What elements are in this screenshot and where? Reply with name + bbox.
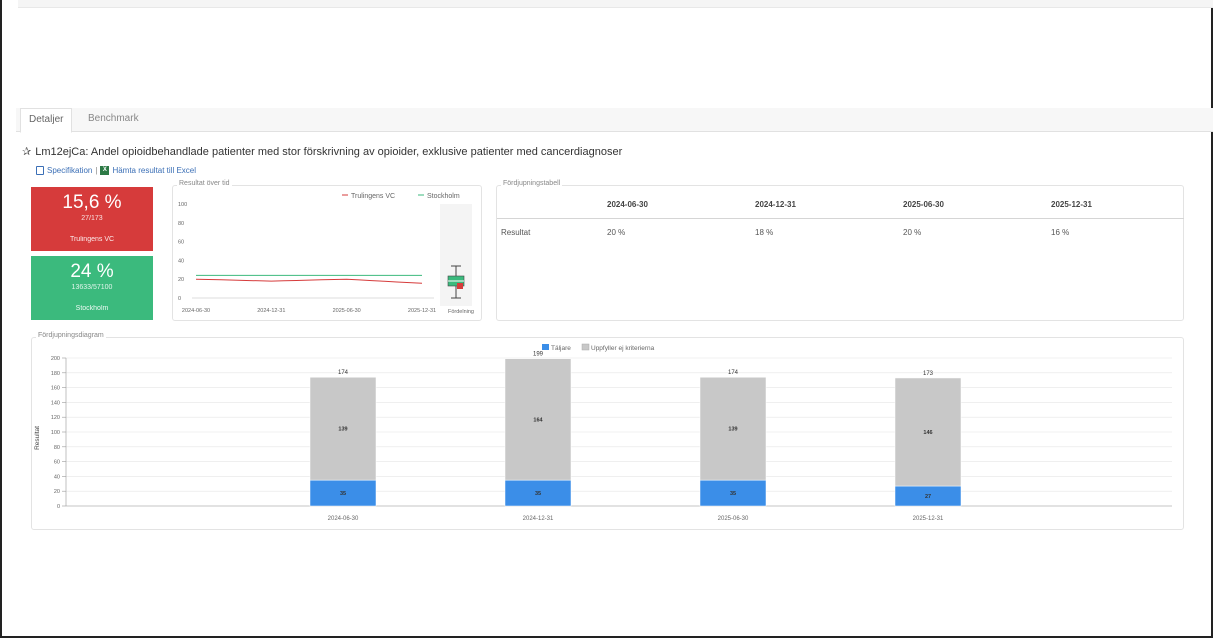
bar-segment-label: 146 [923,430,932,436]
document-icon [36,166,44,175]
table-title: Fördjupningstabell [501,180,563,187]
y-tick-label: 0 [178,296,181,302]
bar-legend[interactable]: Täljare Uppfyller ej kriterierna [542,343,655,352]
kpi-value: 15,6 % [62,192,122,213]
bar-total-label: 173 [923,371,934,377]
table-header [497,192,607,219]
star-icon[interactable]: ✰ [22,146,31,158]
top-strip [18,0,1213,8]
page-title: ✰ Lm12ejCa: Andel opioidbehandlade patien… [22,145,622,158]
bar-segment-label: 35 [340,491,346,497]
table-cell: 16 % [1051,227,1070,237]
y-tick-label: 60 [54,460,60,466]
x-tick-label: 2024-06-30 [328,516,359,522]
boxplot-unit-marker [457,283,463,289]
x-tick-label: 2025-12-31 [408,308,436,314]
table-cell: 20 % [903,227,922,237]
distribution-label: Fördelning [448,309,474,315]
y-tick-label: 100 [51,430,60,436]
trend-chart: Trulingens VC Stockholm 100 80 60 40 20 0 202… [178,193,474,315]
excel-link[interactable]: Hämta resultat till Excel [112,166,196,175]
bar-segment-label: 27 [925,494,931,500]
bar-chart: Täljare Uppfyller ej kriterierna Resulta… [34,343,1172,522]
bar-segment-label: 139 [338,427,347,433]
kpi-fraction: 27/173 [81,215,103,222]
table-header: 2024-06-30 [607,192,755,219]
results-table: 2024-06-30 2024-12-31 2025-06-30 2025-12… [497,192,1184,246]
bar-segment-label: 35 [535,491,541,497]
y-tick-label: 160 [51,386,60,392]
table-header: 2024-12-31 [755,192,903,219]
y-tick-label: 120 [51,415,60,421]
legend-label-numerator: Täljare [551,345,571,352]
y-tick-label: 180 [51,371,60,377]
kpi-fraction: 13633/57100 [71,284,113,291]
bar-total-label: 174 [728,370,739,376]
trend-line-unit [195,278,423,284]
trend-legend: Trulingens VC Stockholm [342,193,460,200]
bar-total-label: 174 [338,370,349,376]
kpi-unit-name: Trulingens VC [69,236,115,243]
tab-benchmark[interactable]: Benchmark [80,108,147,132]
action-links: Specifikation | X Hämta resultat till Ex… [36,166,196,175]
specification-link[interactable]: Specifikation [47,166,92,175]
table-header-row: 2024-06-30 2024-12-31 2025-06-30 2025-12… [497,192,1184,219]
kpi-card-region: 24 % 13633/57100 Stockholm [31,256,153,320]
x-tick-label: 2025-06-30 [333,308,361,314]
x-tick-label: 2024-12-31 [523,516,554,522]
y-tick-label: 0 [57,504,60,510]
y-tick-label: 20 [178,277,184,283]
y-tick-label: 140 [51,400,60,406]
y-axis-label: Resultat [34,426,41,450]
table-header: 2025-06-30 [903,192,1051,219]
x-tick-label: 2025-06-30 [718,516,749,522]
x-tick-label: 2024-12-31 [257,308,285,314]
y-tick-label: 80 [54,445,60,451]
y-tick-label: 40 [54,474,60,480]
window-border-left [0,0,2,638]
excel-icon: X [100,166,110,175]
legend-swatch-not-met [581,343,590,351]
y-tick-label: 20 [54,489,60,495]
legend-label-unit: Trulingens VC [351,193,395,200]
legend-label-not-met: Uppfyller ej kriterierna [591,345,655,352]
y-tick-label: 200 [51,356,60,362]
table-row: Resultat 20 % 18 % 20 % 16 % [497,218,1184,246]
bar-segment-label: 35 [730,491,736,497]
legend-label-region: Stockholm [427,193,460,200]
table-cell: 20 % [607,227,626,237]
x-tick-label: 2024-06-30 [182,308,210,314]
kpi-card-unit: 15,6 % 27/173 Trulingens VC [31,187,153,251]
legend-swatch-numerator [542,344,549,350]
y-tick-label: 60 [178,240,184,246]
bar-total-label: 199 [533,352,544,358]
x-tick-label: 2025-12-31 [913,516,944,522]
tab-detaljer[interactable]: Detaljer [20,108,73,133]
kpi-region-name: Stockholm [75,305,109,312]
page-title-text: Lm12ejCa: Andel opioidbehandlade patient… [35,146,623,158]
tab-bar: Detaljer Benchmark [16,108,1213,133]
y-tick-label: 100 [178,202,187,208]
bar-segment-label: 164 [533,417,543,423]
table-cell: 18 % [755,227,774,237]
table-header: 2025-12-31 [1051,192,1184,219]
table-row-label: Resultat [501,227,531,237]
y-tick-label: 40 [178,258,184,264]
kpi-value: 24 % [70,261,114,282]
bar-segment-label: 139 [728,427,737,433]
y-tick-label: 80 [178,221,184,227]
